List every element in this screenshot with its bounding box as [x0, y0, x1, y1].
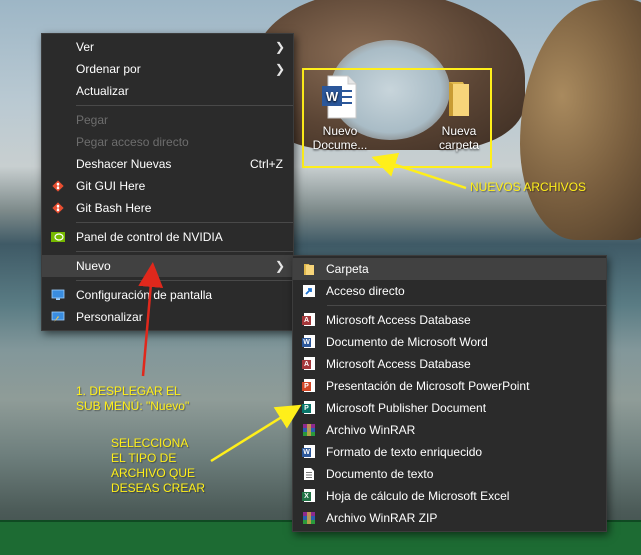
submenu-item-winrar-zip[interactable]: Archivo WinRAR ZIP	[293, 507, 606, 529]
submenu-item-label: Archivo WinRAR ZIP	[326, 511, 438, 525]
powerpoint-icon: P	[302, 379, 316, 393]
submenu-item-label: Carpeta	[326, 262, 369, 276]
menu-item-label: Pegar acceso directo	[76, 135, 189, 149]
menu-separator	[76, 105, 293, 106]
nuevo-submenu: Carpeta Acceso directo A Microsoft Acces…	[292, 255, 607, 532]
submenu-item-carpeta[interactable]: Carpeta	[293, 258, 606, 280]
menu-separator	[327, 305, 606, 306]
folder-icon	[304, 264, 314, 275]
menu-separator	[76, 251, 293, 252]
submenu-item-publisher[interactable]: P Microsoft Publisher Document	[293, 397, 606, 419]
menu-item-git-gui[interactable]: Git GUI Here	[42, 175, 293, 197]
menu-item-label: Personalizar	[76, 310, 143, 324]
menu-separator	[76, 280, 293, 281]
submenu-item-label: Archivo WinRAR	[326, 423, 416, 437]
submenu-item-rtf[interactable]: W Formato de texto enriquecido	[293, 441, 606, 463]
submenu-item-label: Hoja de cálculo de Microsoft Excel	[326, 489, 510, 503]
menu-item-nvidia[interactable]: Panel de control de NVIDIA	[42, 226, 293, 248]
menu-item-label: Panel de control de NVIDIA	[76, 230, 223, 244]
chevron-right-icon: ❯	[274, 62, 285, 76]
menu-item-pegar[interactable]: Pegar	[42, 109, 293, 131]
menu-item-ver[interactable]: Ver ❯	[42, 36, 293, 58]
submenu-item-acceso-directo[interactable]: Acceso directo	[293, 280, 606, 302]
menu-item-ordenar-por[interactable]: Ordenar por ❯	[42, 58, 293, 80]
submenu-item-excel[interactable]: X Hoja de cálculo de Microsoft Excel	[293, 485, 606, 507]
chevron-right-icon: ❯	[274, 259, 285, 273]
menu-item-label: Nuevo	[76, 259, 111, 273]
text-document-icon	[304, 468, 314, 480]
menu-item-shortcut: Ctrl+Z	[250, 157, 283, 171]
submenu-item-label: Acceso directo	[326, 284, 405, 298]
menu-item-deshacer-nuevas[interactable]: Deshacer Nuevas Ctrl+Z	[42, 153, 293, 175]
menu-item-label: Deshacer Nuevas	[76, 157, 172, 171]
display-icon	[51, 289, 65, 300]
nvidia-icon	[51, 232, 65, 242]
menu-item-configuracion-pantalla[interactable]: Configuración de pantalla	[42, 284, 293, 306]
submenu-item-access-1[interactable]: A Microsoft Access Database	[293, 309, 606, 331]
submenu-item-powerpoint[interactable]: P Presentación de Microsoft PowerPoint	[293, 375, 606, 397]
annotation-step-1: 1. DESPLEGAR EL SUB MENÚ: "Nuevo"	[76, 384, 190, 413]
desktop-context-menu: Ver ❯ Ordenar por ❯ Actualizar Pegar Peg…	[41, 33, 294, 331]
chevron-right-icon: ❯	[274, 40, 285, 54]
sea-rock-right	[520, 0, 641, 240]
submenu-item-word[interactable]: W Documento de Microsoft Word	[293, 331, 606, 353]
submenu-item-label: Documento de texto	[326, 467, 434, 481]
git-icon	[52, 180, 64, 192]
submenu-item-text[interactable]: Documento de texto	[293, 463, 606, 485]
submenu-item-label: Microsoft Access Database	[326, 357, 471, 371]
menu-item-label: Actualizar	[76, 84, 129, 98]
excel-icon: X	[302, 489, 316, 503]
annotation-new-files: NUEVOS ARCHIVOS	[470, 180, 587, 194]
menu-item-label: Configuración de pantalla	[76, 288, 213, 302]
git-icon	[52, 202, 64, 214]
publisher-icon: P	[302, 401, 316, 415]
word-icon: W	[302, 335, 316, 349]
rich-text-icon: W	[302, 445, 316, 459]
submenu-item-winrar[interactable]: Archivo WinRAR	[293, 419, 606, 441]
access-icon: A	[302, 357, 316, 371]
submenu-item-label: Microsoft Access Database	[326, 313, 471, 327]
menu-item-nuevo[interactable]: Nuevo ❯	[42, 255, 293, 277]
shortcut-icon	[303, 285, 315, 297]
submenu-item-access-2[interactable]: A Microsoft Access Database	[293, 353, 606, 375]
menu-item-git-bash[interactable]: Git Bash Here	[42, 197, 293, 219]
winrar-zip-icon	[303, 512, 315, 524]
submenu-item-label: Presentación de Microsoft PowerPoint	[326, 379, 530, 393]
menu-item-label: Ordenar por	[76, 62, 141, 76]
menu-item-label: Git Bash Here	[76, 201, 152, 215]
menu-item-pegar-acceso-directo[interactable]: Pegar acceso directo	[42, 131, 293, 153]
winrar-icon	[303, 424, 315, 436]
annotation-step-2: SELECCIONA EL TIPO DE ARCHIVO QUE DESEAS…	[111, 436, 206, 495]
menu-item-label: Git GUI Here	[76, 179, 146, 193]
new-files-highlight-box	[302, 68, 492, 168]
submenu-item-label: Formato de texto enriquecido	[326, 445, 483, 459]
access-icon: A	[302, 313, 316, 327]
personalize-icon	[51, 311, 65, 322]
menu-item-label: Ver	[76, 40, 95, 54]
menu-item-label: Pegar	[76, 113, 109, 127]
menu-item-personalizar[interactable]: Personalizar	[42, 306, 293, 328]
menu-separator	[76, 222, 293, 223]
submenu-item-label: Documento de Microsoft Word	[326, 335, 488, 349]
submenu-item-label: Microsoft Publisher Document	[326, 401, 487, 415]
menu-item-actualizar[interactable]: Actualizar	[42, 80, 293, 102]
